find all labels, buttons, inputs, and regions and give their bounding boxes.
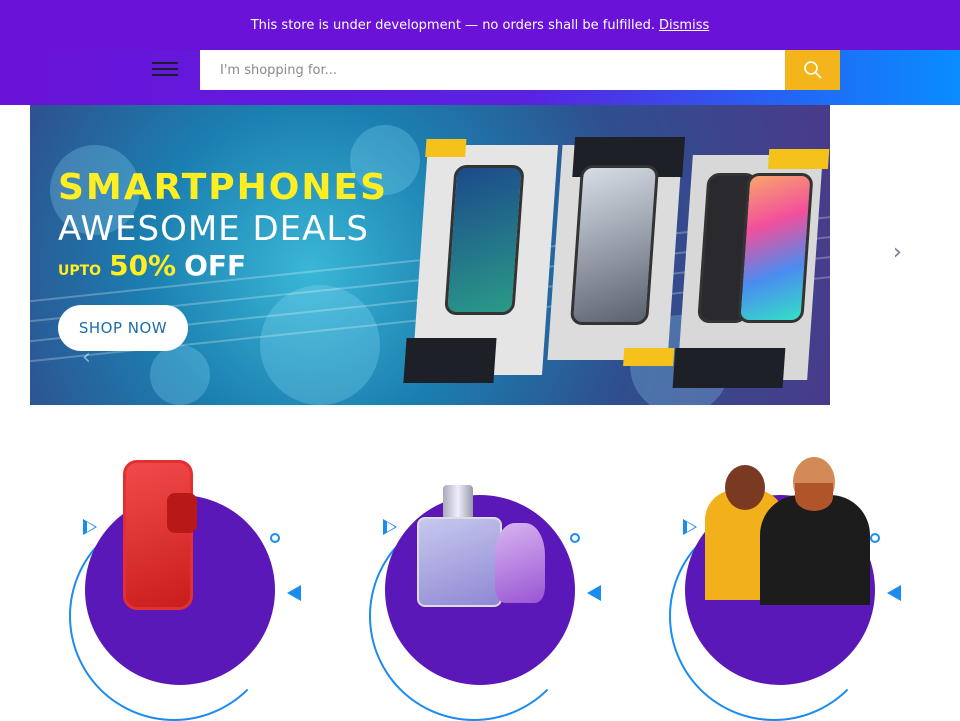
dismiss-link[interactable]: Dismiss [659, 18, 709, 33]
smartphone-image [123, 460, 193, 610]
iphone-image [444, 165, 525, 315]
category-card-fashion[interactable] [655, 455, 905, 721]
banner-title-line1: SMARTPHONES [58, 167, 389, 208]
search-button[interactable] [785, 50, 840, 90]
search-icon [803, 61, 822, 79]
banner-off: OFF [184, 249, 247, 282]
store-notice-bar: This store is under development — no ord… [0, 0, 960, 50]
banner-discount: UPTO 50% OFF [58, 249, 246, 282]
phone-card-3 [672, 149, 830, 388]
chevron-left-icon[interactable]: ‹ [82, 345, 98, 370]
phone-card-1 [403, 139, 559, 383]
galaxy-phone-image [569, 165, 660, 325]
chevron-right-icon[interactable]: › [893, 240, 909, 265]
search-input[interactable] [200, 50, 785, 90]
category-card-smartphones[interactable] [55, 455, 305, 721]
hero-banner[interactable]: SMARTPHONES AWESOME DEALS UPTO 50% OFF S… [30, 105, 830, 405]
banner-percent: 50% [109, 249, 177, 282]
store-notice-text: This store is under development — no ord… [250, 17, 656, 33]
perfume-bottle-image [443, 485, 473, 520]
phone-card-2 [547, 137, 686, 366]
shop-now-button[interactable]: SHOP NOW [58, 305, 188, 351]
banner-upto: UPTO [58, 263, 102, 279]
site-header [0, 50, 960, 105]
category-card-perfume[interactable] [355, 455, 605, 721]
xiaomi-phone-front-image [737, 173, 814, 323]
banner-title-line2: AWESOME DEALS [58, 209, 369, 249]
hamburger-icon[interactable] [150, 58, 180, 80]
